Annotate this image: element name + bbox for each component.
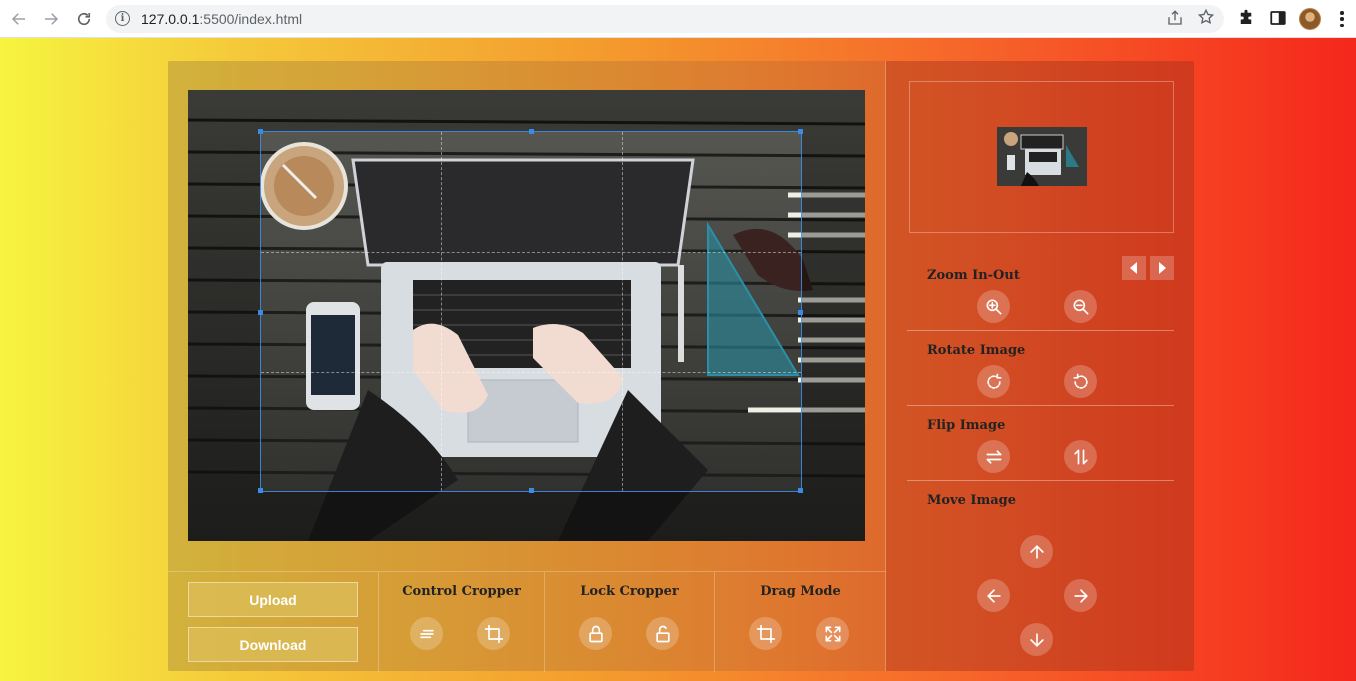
editor-pane: Upload Download Control Cropper Lock Cro… — [168, 61, 886, 672]
rotate-left-icon[interactable] — [1064, 365, 1097, 398]
caret-left-icon[interactable] — [1122, 256, 1146, 280]
crop-guide — [261, 252, 801, 253]
crop-handle-sw[interactable] — [258, 488, 263, 493]
flip-title: Flip Image — [927, 418, 1006, 433]
arrow-down-icon[interactable] — [1020, 623, 1053, 656]
lock-cropper-title: Lock Cropper — [580, 584, 679, 599]
crop-mask-right — [802, 131, 865, 492]
flip-vertical-icon[interactable] — [1064, 440, 1097, 473]
arrow-up-icon[interactable] — [1020, 535, 1053, 568]
caret-right-icon[interactable] — [1150, 256, 1174, 280]
lock-icon[interactable] — [579, 617, 612, 650]
profile-avatar[interactable] — [1299, 8, 1321, 30]
url-host: 127.0.0.1 — [141, 11, 200, 27]
crop-mask-top — [188, 90, 865, 131]
unlock-icon[interactable] — [646, 617, 679, 650]
crop-handle-ne[interactable] — [798, 129, 803, 134]
section-divider — [907, 330, 1174, 331]
share-icon[interactable] — [1166, 9, 1184, 32]
lock-cropper-group: Lock Cropper — [544, 572, 714, 672]
crop-box[interactable] — [258, 129, 803, 493]
forward-icon[interactable] — [39, 7, 63, 31]
zoom-out-icon[interactable] — [1064, 290, 1097, 323]
image-canvas[interactable] — [188, 90, 865, 541]
crop-guide — [622, 132, 623, 491]
preview-box — [909, 81, 1174, 233]
back-icon[interactable] — [7, 7, 31, 31]
browser-menu-icon[interactable] — [1336, 9, 1348, 29]
crop-handle-se[interactable] — [798, 488, 803, 493]
tools-panel: Zoom In-Out Rotate Image Flip Image Move… — [886, 61, 1194, 671]
page-background: Upload Download Control Cropper Lock Cro… — [0, 38, 1356, 681]
site-info-icon[interactable]: i — [115, 11, 130, 26]
expand-icon[interactable] — [816, 617, 849, 650]
crop-handle-s[interactable] — [529, 488, 534, 493]
crop-guide — [261, 372, 801, 373]
download-button[interactable]: Download — [188, 627, 358, 662]
section-divider — [907, 405, 1174, 406]
bottom-controls: Upload Download Control Cropper Lock Cro… — [168, 571, 886, 672]
crop-handle-e[interactable] — [798, 310, 803, 315]
rotate-title: Rotate Image — [927, 343, 1026, 358]
drag-mode-title: Drag Mode — [760, 584, 841, 599]
crop-icon[interactable] — [749, 617, 782, 650]
align-lines-icon[interactable] — [410, 617, 443, 650]
preview-thumbnail — [997, 127, 1087, 186]
control-cropper-title: Control Cropper — [402, 584, 521, 599]
rotate-right-icon[interactable] — [977, 365, 1010, 398]
move-title: Move Image — [927, 493, 1017, 508]
control-cropper-group: Control Cropper — [378, 572, 544, 672]
flip-horizontal-icon[interactable] — [977, 440, 1010, 473]
cropper-app: Upload Download Control Cropper Lock Cro… — [168, 61, 1194, 672]
browser-toolbar: i 127.0.0.1:5500/index.html — [0, 0, 1356, 38]
crop-handle-n[interactable] — [529, 129, 534, 134]
crop-mask-left — [188, 131, 260, 492]
arrow-right-icon[interactable] — [1064, 579, 1097, 612]
address-bar[interactable]: i 127.0.0.1:5500/index.html — [106, 5, 1224, 33]
arrow-left-icon[interactable] — [977, 579, 1010, 612]
url-text[interactable]: 127.0.0.1:5500/index.html — [141, 11, 302, 27]
side-panel-icon[interactable] — [1269, 9, 1287, 32]
crop-mask-bottom — [188, 492, 865, 541]
crop-handle-nw[interactable] — [258, 129, 263, 134]
crop-guide — [441, 132, 442, 491]
drag-mode-group: Drag Mode — [714, 572, 886, 672]
upload-button[interactable]: Upload — [188, 582, 358, 617]
reload-icon[interactable] — [72, 7, 96, 31]
zoom-in-icon[interactable] — [977, 290, 1010, 323]
crop-icon[interactable] — [477, 617, 510, 650]
crop-handle-w[interactable] — [258, 310, 263, 315]
url-path: :5500/index.html — [199, 11, 303, 27]
bookmark-star-icon[interactable] — [1197, 8, 1215, 31]
zoom-title: Zoom In-Out — [927, 268, 1020, 283]
section-divider — [907, 480, 1174, 481]
extensions-icon[interactable] — [1237, 9, 1255, 32]
